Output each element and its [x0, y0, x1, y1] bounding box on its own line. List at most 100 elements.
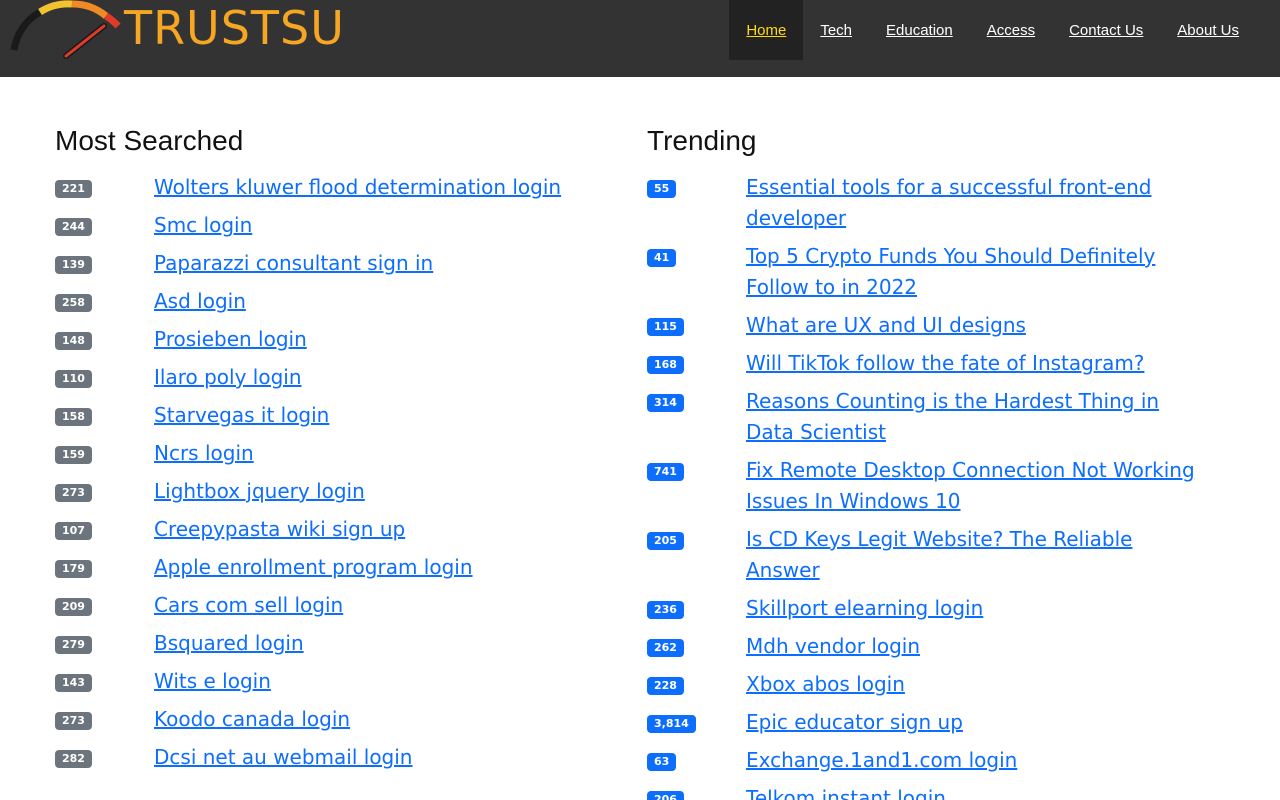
- list-item: 41 Top 5 Crypto Funds You Should Definite…: [647, 241, 1207, 303]
- badge-cell: 314: [647, 386, 746, 412]
- item-link[interactable]: Prosieben login: [154, 324, 307, 355]
- navbar: TRUSTSU Home Tech Education Access Conta…: [0, 0, 1280, 77]
- item-link[interactable]: Wits e login: [154, 666, 271, 697]
- item-link[interactable]: Creepypasta wiki sign up: [154, 514, 405, 545]
- badge-cell: 159: [55, 438, 154, 464]
- count-badge: 236: [647, 601, 684, 619]
- count-badge: 273: [55, 484, 92, 502]
- nav-contact-us[interactable]: Contact Us: [1052, 0, 1160, 60]
- badge-cell: 273: [55, 476, 154, 502]
- count-badge: 279: [55, 636, 92, 654]
- badge-cell: 41: [647, 241, 746, 267]
- item-link[interactable]: Ncrs login: [154, 438, 254, 469]
- nav-education[interactable]: Education: [869, 0, 970, 60]
- count-badge: 282: [55, 750, 92, 768]
- item-link[interactable]: Top 5 Crypto Funds You Should Definitely…: [746, 241, 1206, 303]
- item-link[interactable]: Smc login: [154, 210, 252, 241]
- count-badge: 206: [647, 791, 684, 800]
- list-item: 228 Xbox abos login: [647, 669, 1207, 700]
- speedometer-icon: [10, 0, 121, 59]
- item-link[interactable]: Skillport elearning login: [746, 593, 983, 624]
- count-badge: 244: [55, 218, 92, 236]
- item-link[interactable]: Wolters kluwer flood determination login: [154, 172, 561, 203]
- brand-name: TRUSTSU: [124, 1, 345, 55]
- item-link[interactable]: Ilaro poly login: [154, 362, 302, 393]
- count-badge: 228: [647, 677, 684, 695]
- list-item: 206 Telkom instant login: [647, 783, 1207, 800]
- item-link[interactable]: Cars com sell login: [154, 590, 343, 621]
- badge-cell: 143: [55, 666, 154, 692]
- item-link[interactable]: Is CD Keys Legit Website? The Reliable A…: [746, 524, 1206, 586]
- badge-cell: 228: [647, 669, 746, 695]
- list-item: 314 Reasons Counting is the Hardest Thing…: [647, 386, 1207, 448]
- badge-cell: 139: [55, 248, 154, 274]
- item-link[interactable]: What are UX and UI designs: [746, 310, 1026, 341]
- item-link[interactable]: Telkom instant login: [746, 783, 946, 800]
- item-link[interactable]: Exchange.1and1.com login: [746, 745, 1017, 776]
- count-badge: 143: [55, 674, 92, 692]
- list-item: 3,814 Epic educator sign up: [647, 707, 1207, 738]
- list-item: 139 Paparazzi consultant sign in: [55, 248, 595, 279]
- nav-access[interactable]: Access: [970, 0, 1052, 60]
- list-item: 159 Ncrs login: [55, 438, 595, 469]
- item-link[interactable]: Reasons Counting is the Hardest Thing in…: [746, 386, 1206, 448]
- badge-cell: 258: [55, 286, 154, 312]
- item-link[interactable]: Will TikTok follow the fate of Instagram…: [746, 348, 1144, 379]
- item-link[interactable]: Paparazzi consultant sign in: [154, 248, 433, 279]
- badge-cell: 179: [55, 552, 154, 578]
- item-link[interactable]: Koodo canada login: [154, 704, 350, 735]
- badge-cell: 63: [647, 745, 746, 771]
- count-badge: 168: [647, 356, 684, 374]
- nav-tech[interactable]: Tech: [803, 0, 869, 60]
- item-link[interactable]: Essential tools for a successful front-e…: [746, 172, 1206, 234]
- list-item: 205 Is CD Keys Legit Website? The Reliabl…: [647, 524, 1207, 586]
- item-link[interactable]: Epic educator sign up: [746, 707, 963, 738]
- list-item: 143 Wits e login: [55, 666, 595, 697]
- item-link[interactable]: Apple enrollment program login: [154, 552, 473, 583]
- count-badge: 110: [55, 370, 92, 388]
- trending-section: Trending 55 Essential tools for a success…: [647, 124, 1207, 800]
- item-link[interactable]: Starvegas it login: [154, 400, 329, 431]
- list-item: 741 Fix Remote Desktop Connection Not Wor…: [647, 455, 1207, 517]
- count-badge: 107: [55, 522, 92, 540]
- list-item: 148 Prosieben login: [55, 324, 595, 355]
- most-searched-title: Most Searched: [55, 125, 244, 156]
- count-badge: 262: [647, 639, 684, 657]
- list-item: 115 What are UX and UI designs: [647, 310, 1207, 341]
- item-link[interactable]: Bsquared login: [154, 628, 304, 659]
- nav-home[interactable]: Home: [729, 0, 804, 60]
- count-badge: 209: [55, 598, 92, 616]
- count-badge: 148: [55, 332, 92, 350]
- badge-cell: 206: [647, 783, 746, 800]
- list-item: 179 Apple enrollment program login: [55, 552, 595, 583]
- item-link[interactable]: Asd login: [154, 286, 246, 317]
- list-item: 244 Smc login: [55, 210, 595, 241]
- count-badge: 158: [55, 408, 92, 426]
- count-badge: 159: [55, 446, 92, 464]
- list-item: 168 Will TikTok follow the fate of Instag…: [647, 348, 1207, 379]
- badge-cell: 107: [55, 514, 154, 540]
- item-link[interactable]: Xbox abos login: [746, 669, 905, 700]
- item-link[interactable]: Fix Remote Desktop Connection Not Workin…: [746, 455, 1206, 517]
- badge-cell: 279: [55, 628, 154, 654]
- badge-cell: 262: [647, 631, 746, 657]
- most-searched-section: Most Searched 221 Wolters kluwer flood de…: [55, 124, 595, 780]
- list-item: 63 Exchange.1and1.com login: [647, 745, 1207, 776]
- count-badge: 3,814: [647, 715, 696, 733]
- count-badge: 205: [647, 532, 684, 550]
- badge-cell: 741: [647, 455, 746, 481]
- count-badge: 258: [55, 294, 92, 312]
- item-link[interactable]: Lightbox jquery login: [154, 476, 365, 507]
- list-item: 236 Skillport elearning login: [647, 593, 1207, 624]
- count-badge: 221: [55, 180, 92, 198]
- badge-cell: 168: [647, 348, 746, 374]
- item-link[interactable]: Mdh vendor login: [746, 631, 920, 662]
- list-item: 279 Bsquared login: [55, 628, 595, 659]
- list-item: 262 Mdh vendor login: [647, 631, 1207, 662]
- count-badge: 179: [55, 560, 92, 578]
- badge-cell: 236: [647, 593, 746, 619]
- nav-about-us[interactable]: About Us: [1160, 0, 1256, 60]
- item-link[interactable]: Dcsi net au webmail login: [154, 742, 413, 773]
- brand-logo[interactable]: TRUSTSU: [10, 0, 344, 60]
- badge-cell: 110: [55, 362, 154, 388]
